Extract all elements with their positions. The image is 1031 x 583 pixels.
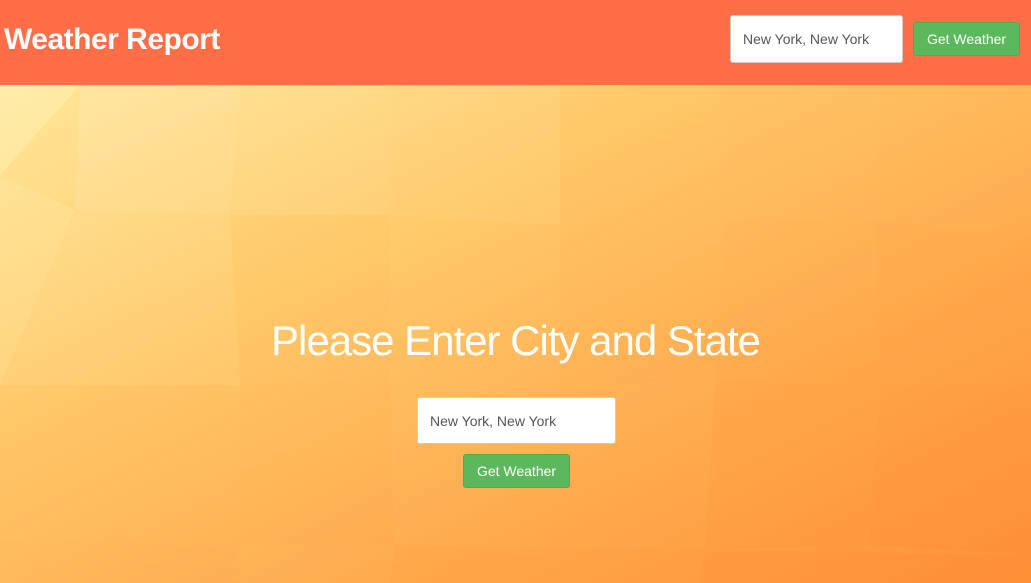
navbar-get-weather-button[interactable]: Get Weather (913, 22, 1020, 56)
hero-get-weather-button[interactable]: Get Weather (463, 454, 570, 488)
navbar-city-input[interactable] (730, 15, 903, 63)
navbar: Weather Report Get Weather (0, 0, 1031, 85)
weather-report-page: Weather Report Get Weather (0, 0, 1031, 583)
hero-section: Please Enter City and State Get Weather (0, 85, 1031, 583)
brand-title[interactable]: Weather Report (4, 22, 220, 58)
hero-title: Please Enter City and State (271, 317, 761, 364)
hero-city-input[interactable] (417, 397, 616, 444)
